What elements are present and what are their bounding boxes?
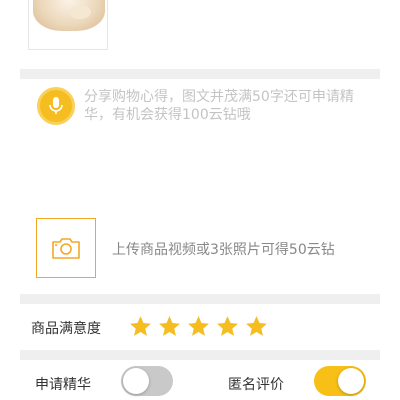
microphone-icon bbox=[49, 97, 63, 114]
star-icon[interactable] bbox=[215, 314, 240, 339]
star-icon[interactable] bbox=[244, 314, 269, 339]
star-icon[interactable] bbox=[157, 314, 182, 339]
satisfaction-label: 商品满意度 bbox=[31, 321, 101, 337]
voice-input-button[interactable] bbox=[37, 87, 75, 125]
apply-featured-toggle[interactable] bbox=[121, 366, 173, 396]
section-divider bbox=[20, 294, 380, 304]
section-divider bbox=[20, 350, 380, 360]
product-image-shape bbox=[33, 0, 105, 31]
apply-featured-label: 申请精华 bbox=[35, 377, 91, 393]
upload-hint-text: 上传商品视频或3张照片可得50云钻 bbox=[112, 242, 335, 258]
review-text-input[interactable]: 分享购物心得，图文并茂满50字还可申请精华，有机会获得100云钻哦 bbox=[84, 88, 374, 124]
star-icon[interactable] bbox=[128, 314, 153, 339]
anonymous-review-label: 匿名评价 bbox=[228, 377, 284, 393]
anonymous-review-toggle[interactable] bbox=[314, 366, 366, 396]
toggle-knob bbox=[123, 368, 149, 394]
upload-media-button[interactable] bbox=[36, 218, 96, 278]
product-thumbnail bbox=[28, 0, 108, 50]
toggle-knob bbox=[338, 368, 364, 394]
camera-icon bbox=[52, 238, 80, 259]
star-rating[interactable] bbox=[128, 314, 269, 339]
section-divider bbox=[20, 69, 380, 79]
product-image-highlight bbox=[69, 5, 91, 19]
star-icon[interactable] bbox=[186, 314, 211, 339]
